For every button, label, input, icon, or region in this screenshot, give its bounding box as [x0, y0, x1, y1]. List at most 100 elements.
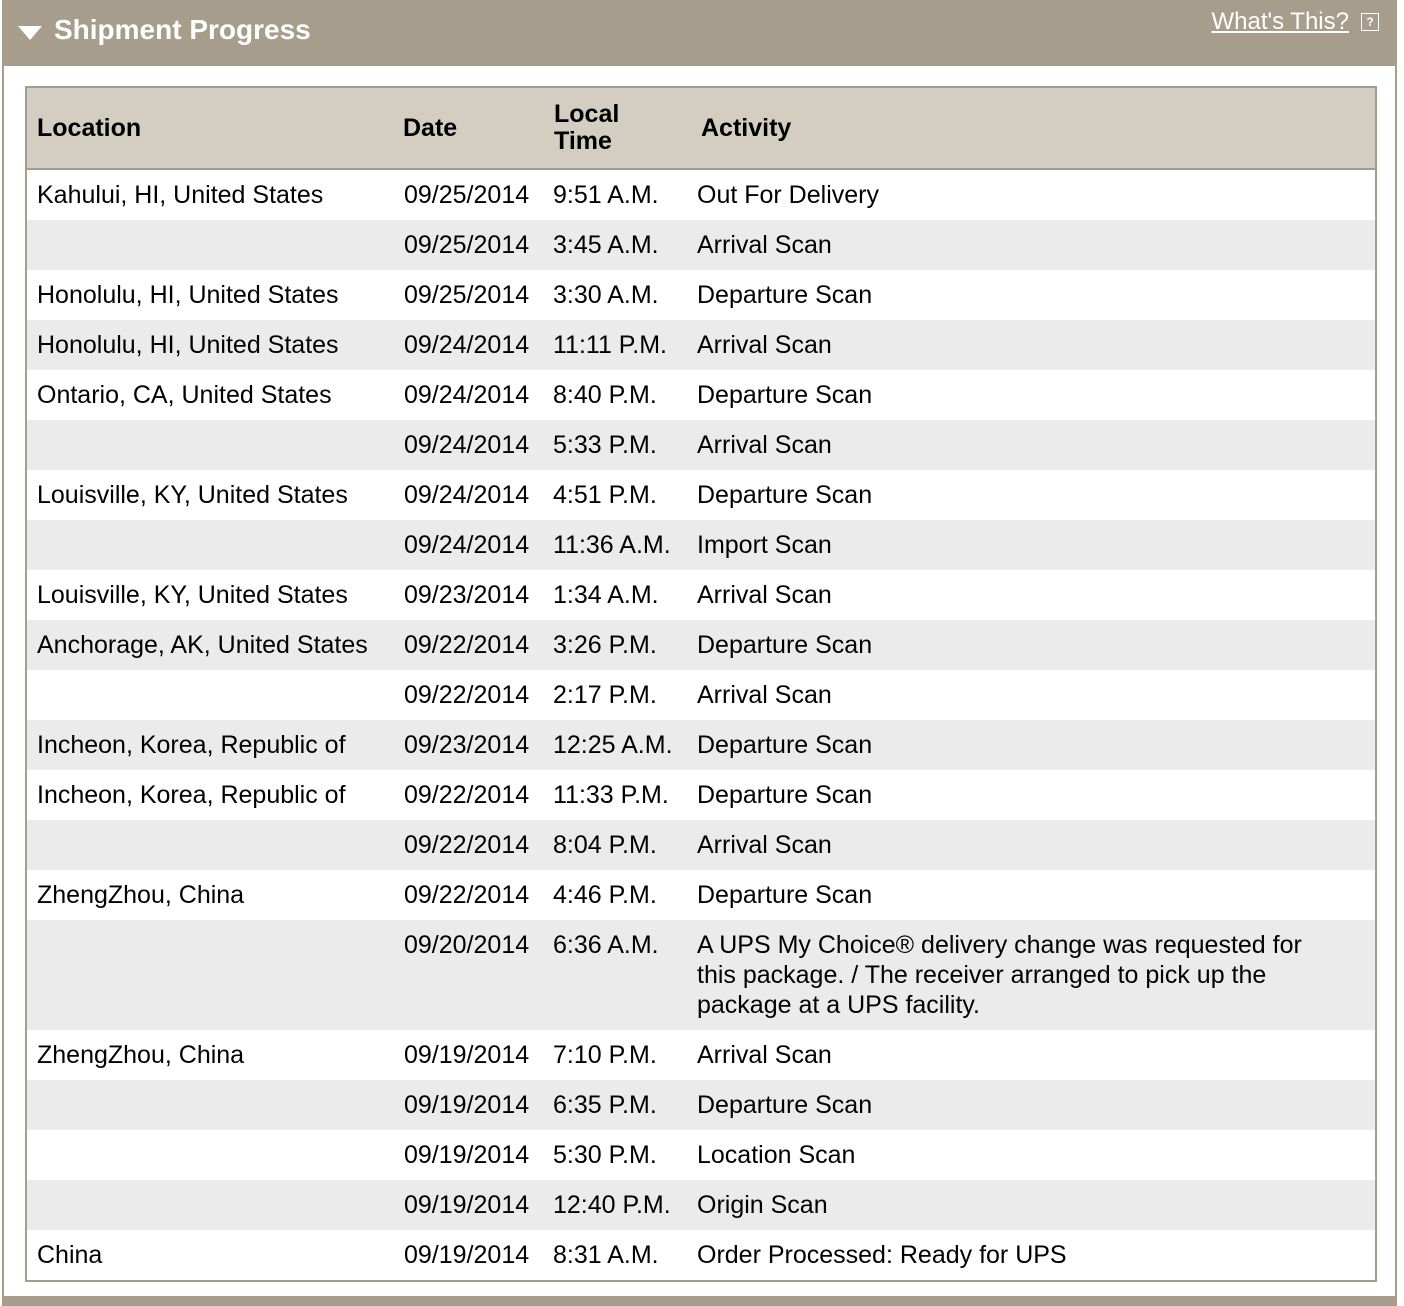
location-cell [27, 420, 393, 470]
date-cell: 09/20/2014 [393, 920, 545, 1030]
column-header-location: Location [27, 88, 393, 170]
local-time-cell: 3:26 P.M. [545, 620, 691, 670]
date-cell: 09/19/2014 [404, 1141, 530, 1169]
location-cell: Incheon, Korea, Republic of [27, 720, 393, 770]
table-row: Honolulu, HI, United States 09/25/2014 3:3… [27, 270, 1375, 320]
date-cell: 09/25/2014 [393, 220, 545, 270]
table-row: Louisville, KY, United States 09/24/2014 4… [27, 470, 1375, 520]
whats-this-link[interactable]: What's This? [1211, 8, 1349, 36]
activity-cell: Departure Scan [697, 381, 873, 409]
table-row: Louisville, KY, United States 09/23/2014 1… [27, 570, 1375, 620]
location-cell [27, 670, 393, 720]
shipment-progress-panel: Shipment Progress What's This? ? Locatio… [2, 0, 1397, 1306]
date-cell: 09/25/2014 [404, 281, 530, 309]
local-time-cell: 4:46 P.M. [553, 881, 657, 909]
table-row: 09/19/2014 12:40 P.M. Origin Scan [27, 1180, 1375, 1230]
local-time-cell: 6:36 A.M. [545, 920, 691, 1030]
table-row: 09/19/2014 5:30 P.M. Location Scan [27, 1130, 1375, 1180]
table-row: 09/24/2014 5:33 P.M. Arrival Scan [27, 420, 1375, 470]
column-header-date: Date [393, 88, 545, 170]
location-cell: Anchorage, AK, United States [27, 620, 393, 670]
date-cell: 09/24/2014 [393, 320, 545, 370]
date-cell: 09/22/2014 [404, 881, 530, 909]
date-cell: 09/19/2014 [393, 1180, 545, 1230]
date-cell: 09/24/2014 [404, 481, 530, 509]
date-cell: 09/23/2014 [393, 720, 545, 770]
activity-cell: Arrival Scan [691, 320, 1375, 370]
location-cell: China [37, 1241, 103, 1269]
table-row: China 09/19/2014 8:31 A.M. Order Processed:… [27, 1230, 1375, 1280]
column-header-activity: Activity [691, 88, 1375, 170]
location-cell: Louisville, KY, United States [37, 581, 348, 609]
activity-cell: Departure Scan [691, 1080, 1375, 1130]
location-cell: ZhengZhou, China [37, 1041, 245, 1069]
location-cell: Honolulu, HI, United States [27, 320, 393, 370]
local-time-cell: 11:11 P.M. [545, 320, 691, 370]
date-cell: 09/23/2014 [404, 581, 530, 609]
date-cell: 09/19/2014 [404, 1241, 530, 1269]
activity-cell: Origin Scan [691, 1180, 1375, 1230]
location-cell: Incheon, Korea, Republic of [37, 781, 346, 809]
activity-cell: Arrival Scan [697, 581, 832, 609]
panel-title[interactable]: Shipment Progress [54, 14, 311, 46]
location-cell [27, 220, 393, 270]
location-cell: Kahului, HI, United States [37, 181, 324, 209]
location-cell [27, 520, 393, 570]
activity-cell: Order Processed: Ready for UPS [697, 1241, 1067, 1269]
table-row: 09/22/2014 8:04 P.M. Arrival Scan [27, 820, 1375, 870]
table-row: Anchorage, AK, United States 09/22/2014 3:… [27, 620, 1375, 670]
activity-cell: Departure Scan [691, 620, 1375, 670]
location-cell [27, 920, 393, 1030]
local-time-cell: 5:30 P.M. [553, 1141, 657, 1169]
activity-cell: Import Scan [691, 520, 1375, 570]
local-time-cell: 8:31 A.M. [553, 1241, 659, 1269]
activity-cell: Departure Scan [697, 281, 873, 309]
table-row: Honolulu, HI, United States 09/24/2014 11:… [27, 320, 1375, 370]
activity-cell: Departure Scan [697, 881, 873, 909]
activity-cell: Out For Delivery [697, 181, 879, 209]
local-time-cell: 12:25 A.M. [545, 720, 691, 770]
column-header-local-time: Local Time [545, 88, 691, 170]
table-row: ZhengZhou, China 09/19/2014 7:10 P.M. Arriv… [27, 1030, 1375, 1080]
local-time-cell: 11:33 P.M. [553, 781, 669, 809]
date-cell: 09/25/2014 [404, 181, 530, 209]
local-time-cell: 8:40 P.M. [553, 381, 657, 409]
local-time-cell: 9:51 A.M. [553, 181, 659, 209]
activity-cell: Arrival Scan [691, 420, 1375, 470]
activity-cell: Arrival Scan [697, 681, 832, 709]
date-cell: 09/22/2014 [404, 681, 530, 709]
table-row: 09/19/2014 6:35 P.M. Departure Scan [27, 1080, 1375, 1130]
date-cell: 09/24/2014 [393, 520, 545, 570]
activity-cell: Arrival Scan [697, 1041, 832, 1069]
local-time-cell: 3:30 A.M. [553, 281, 659, 309]
location-cell: Ontario, CA, United States [37, 381, 332, 409]
location-cell [27, 820, 393, 870]
local-time-cell: 11:36 A.M. [545, 520, 691, 570]
table-row: Kahului, HI, United States 09/25/2014 9:51… [27, 169, 1375, 220]
location-cell: Honolulu, HI, United States [37, 281, 339, 309]
local-time-cell: 7:10 P.M. [553, 1041, 657, 1069]
date-cell: 09/22/2014 [393, 820, 545, 870]
local-time-cell: 4:51 P.M. [553, 481, 657, 509]
table-header-row: Location Date Local Time Activity [27, 88, 1375, 170]
location-cell: ZhengZhou, China [37, 881, 245, 909]
collapse-triangle-icon[interactable] [18, 26, 42, 40]
location-cell [27, 1130, 393, 1180]
column-header-local-time-label: Local Time [554, 100, 620, 155]
location-cell: Louisville, KY, United States [37, 481, 348, 509]
activity-cell: Arrival Scan [691, 820, 1375, 870]
panel-header: Shipment Progress What's This? ? [2, 0, 1397, 66]
local-time-cell: 6:35 P.M. [545, 1080, 691, 1130]
help-icon[interactable]: ? [1361, 13, 1379, 31]
date-cell: 09/22/2014 [404, 781, 530, 809]
table-row: Incheon, Korea, Republic of 09/23/2014 12:… [27, 720, 1375, 770]
table-row: 09/25/2014 3:45 A.M. Arrival Scan [27, 220, 1375, 270]
activity-cell: A UPS My Choice® delivery change was req… [691, 920, 1375, 1030]
table-row: Incheon, Korea, Republic of 09/22/2014 11:… [27, 770, 1375, 820]
location-cell [27, 1180, 393, 1230]
local-time-cell: 2:17 P.M. [553, 681, 657, 709]
shipment-progress-table: Location Date Local Time Activity Kahulu… [25, 86, 1377, 1282]
date-cell: 09/24/2014 [404, 381, 530, 409]
table-row: 09/24/2014 11:36 A.M. Import Scan [27, 520, 1375, 570]
activity-cell: Departure Scan [691, 720, 1375, 770]
